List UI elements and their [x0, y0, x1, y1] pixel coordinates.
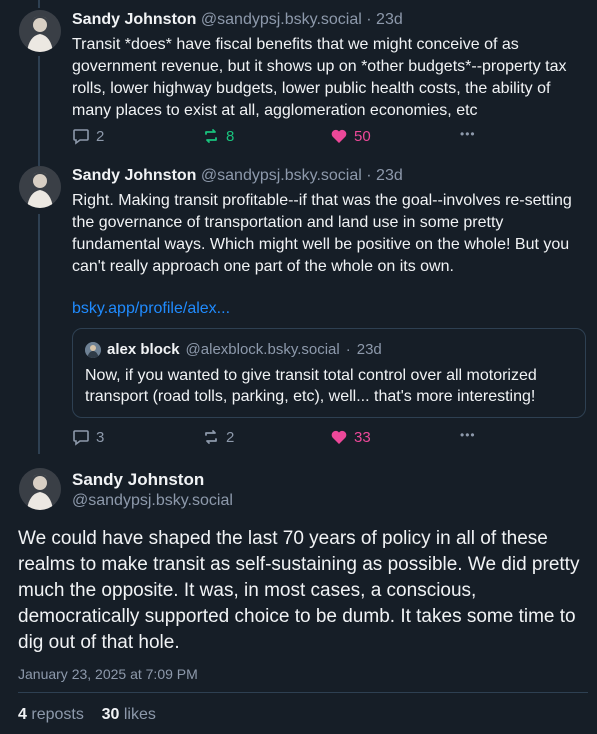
post-actions: 2 8 50 •••: [72, 127, 492, 147]
repost-count: 8: [226, 127, 235, 145]
quote-text: Now, if you wanted to give transit total…: [85, 367, 537, 405]
like-button[interactable]: 33: [330, 428, 371, 446]
quote-author-avatar[interactable]: [85, 341, 101, 358]
dot-separator: ·: [366, 11, 372, 28]
author-handle[interactable]: @sandypsj.bsky.social: [201, 167, 362, 184]
like-button[interactable]: 50: [330, 127, 371, 145]
post-text: Right. Making transit profitable--if tha…: [72, 192, 572, 275]
main-post-text: We could have shaped the last 70 years o…: [18, 528, 580, 653]
avatar-image: [19, 166, 61, 208]
main-author-handle[interactable]: @sandypsj.bsky.social: [72, 492, 233, 510]
repost-icon: [205, 430, 217, 444]
heart-icon: [331, 129, 347, 143]
engagement-stats: 4 reposts 30 likes: [18, 706, 156, 724]
more-options-button[interactable]: •••: [460, 428, 476, 442]
dot-separator: ·: [345, 341, 351, 358]
author-handle[interactable]: @sandypsj.bsky.social: [201, 11, 362, 28]
more-icon: •••: [460, 127, 476, 141]
post-actions: 3 2 33 •••: [72, 428, 492, 448]
reply-button[interactable]: 3: [72, 428, 104, 446]
quote-author-name: alex block: [107, 341, 180, 358]
post-link[interactable]: bsky.app/profile/alex...: [72, 298, 582, 320]
repost-count: 2: [226, 428, 235, 446]
main-post-timestamp: January 23, 2025 at 7:09 PM: [18, 666, 198, 682]
dot-separator: ·: [366, 167, 372, 184]
quote-post-time: 23d: [356, 341, 382, 358]
post-time[interactable]: 23d: [376, 167, 403, 184]
divider: [18, 692, 588, 693]
post-header: Sandy Johnston @sandypsj.bsky.social · 2…: [72, 166, 403, 186]
main-author-name[interactable]: Sandy Johnston: [72, 470, 204, 490]
post-header: Sandy Johnston @sandypsj.bsky.social · 2…: [72, 10, 403, 30]
thread-post-1[interactable]: Sandy Johnston @sandypsj.bsky.social · 2…: [0, 10, 597, 150]
repost-button[interactable]: 8: [202, 127, 234, 145]
likes-label: likes: [123, 706, 156, 723]
heart-icon: [331, 430, 347, 444]
avatar-image: [19, 10, 61, 52]
reply-count: 3: [96, 428, 105, 446]
reply-count: 2: [96, 127, 105, 145]
repost-button[interactable]: 2: [202, 428, 234, 446]
repost-icon: [205, 129, 217, 143]
main-author-avatar[interactable]: [19, 468, 61, 510]
repost-total: 4: [18, 706, 27, 723]
post-text: Transit *does* have fiscal benefits that…: [72, 36, 567, 119]
author-name[interactable]: Sandy Johnston: [72, 11, 196, 28]
like-total: 30: [101, 706, 120, 723]
reply-icon: [73, 430, 89, 446]
more-icon: •••: [460, 428, 476, 442]
quote-avatar-image: [85, 341, 101, 358]
reply-button[interactable]: 2: [72, 127, 104, 145]
avatar-image: [19, 468, 61, 510]
author-avatar[interactable]: [19, 166, 61, 208]
author-avatar[interactable]: [19, 10, 61, 52]
like-count: 33: [354, 428, 371, 446]
quote-post-card[interactable]: alex block @alexblock.bsky.social · 23d …: [72, 328, 586, 418]
likes-stat[interactable]: 30 likes: [102, 706, 156, 723]
post-time[interactable]: 23d: [376, 11, 403, 28]
reposts-label: reposts: [31, 706, 84, 723]
thread-post-2[interactable]: Sandy Johnston @sandypsj.bsky.social · 2…: [0, 166, 597, 456]
quote-header: alex block @alexblock.bsky.social · 23d: [85, 341, 382, 358]
more-options-button[interactable]: •••: [460, 127, 476, 141]
quote-author-handle: @alexblock.bsky.social: [185, 341, 340, 358]
reply-icon: [73, 129, 89, 145]
reposts-stat[interactable]: 4 reposts: [18, 706, 84, 723]
like-count: 50: [354, 127, 371, 145]
author-name[interactable]: Sandy Johnston: [72, 167, 196, 184]
thread-connector-line: [38, 0, 40, 8]
